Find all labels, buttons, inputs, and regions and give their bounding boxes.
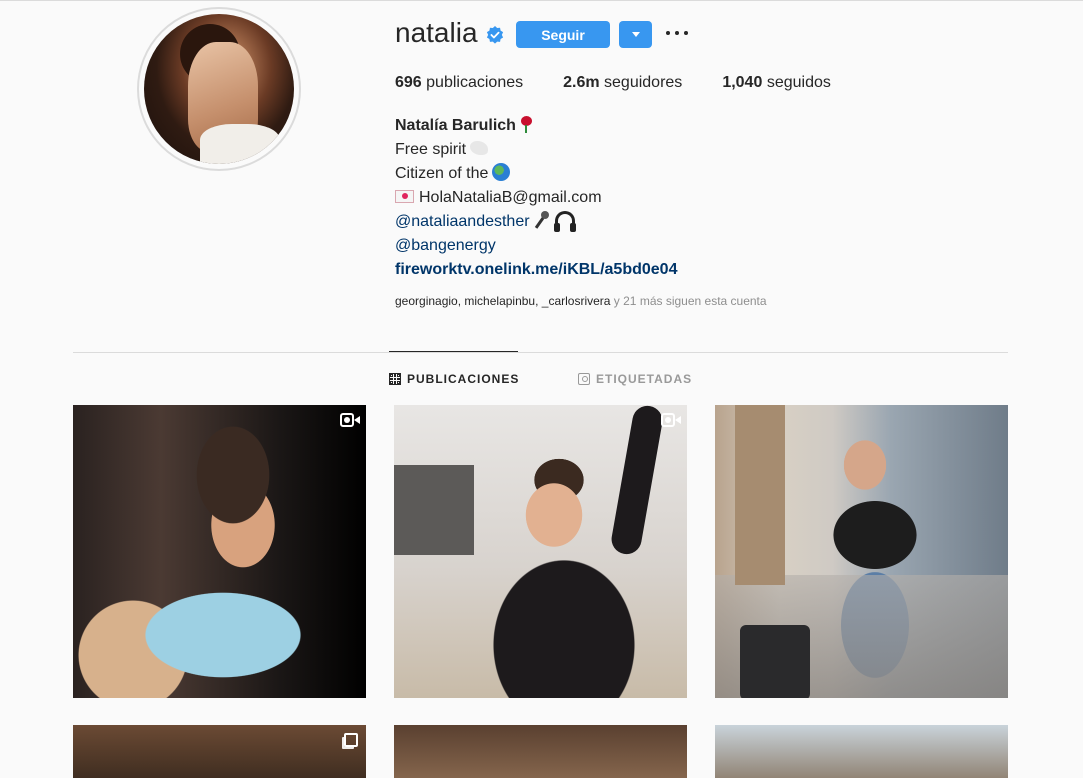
love-letter-emoji-icon bbox=[395, 190, 414, 203]
tagged-icon bbox=[578, 373, 590, 385]
bio-line-citizen: Citizen of the bbox=[395, 165, 489, 182]
profile-bio: Natalía Barulich Free spirit Citizen of … bbox=[395, 114, 677, 282]
following-stat[interactable]: 1,040 seguidos bbox=[722, 74, 831, 92]
full-name: Natalía Barulich bbox=[395, 117, 516, 134]
posts-label: publicaciones bbox=[426, 74, 524, 91]
follow-button[interactable]: Seguir bbox=[516, 21, 610, 48]
headphones-emoji-icon bbox=[553, 211, 576, 232]
tab-etiquetadas[interactable]: ETIQUETADAS bbox=[578, 372, 692, 386]
profile-avatar-ring[interactable] bbox=[137, 7, 301, 171]
tabs-divider bbox=[73, 352, 1008, 353]
followed-by-suffix: y 21 más siguen esta cuenta bbox=[610, 294, 767, 308]
grid-icon bbox=[389, 373, 401, 385]
microphone-emoji-icon bbox=[535, 211, 551, 229]
mention-link-bangenergy[interactable]: @bangenergy bbox=[395, 237, 496, 254]
tab-publicaciones[interactable]: PUBLICACIONES bbox=[389, 372, 519, 386]
active-tab-indicator bbox=[389, 351, 518, 352]
tab-publicaciones-label: PUBLICACIONES bbox=[407, 372, 520, 386]
dove-emoji-icon bbox=[470, 141, 489, 155]
bio-email: HolaNataliaB@gmail.com bbox=[419, 189, 602, 206]
carousel-icon bbox=[344, 733, 358, 747]
profile-stats: 696 publicaciones 2.6m seguidores 1,040 … bbox=[395, 74, 871, 92]
video-icon bbox=[340, 413, 360, 427]
post-thumbnail[interactable] bbox=[394, 725, 687, 778]
mention-link-nataliaandesther[interactable]: @nataliaandesther bbox=[395, 213, 530, 230]
following-label: seguidos bbox=[766, 74, 831, 91]
followers-stat[interactable]: 2.6m seguidores bbox=[563, 74, 682, 92]
followers-label: seguidores bbox=[604, 74, 683, 91]
bio-line-free-spirit: Free spirit bbox=[395, 141, 467, 158]
tab-etiquetadas-label: ETIQUETADAS bbox=[596, 372, 693, 386]
post-thumbnail[interactable] bbox=[715, 405, 1008, 698]
globe-emoji-icon bbox=[492, 163, 511, 181]
profile-avatar[interactable] bbox=[144, 14, 294, 164]
suggested-accounts-dropdown-button[interactable] bbox=[619, 21, 652, 48]
followed-by-names: georginagio, michelapinbu, _carlosrivera bbox=[395, 294, 611, 308]
followers-count: 2.6m bbox=[563, 74, 600, 91]
video-icon bbox=[661, 413, 681, 427]
website-link[interactable]: fireworktv.onelink.me/iKBL/a5bd0e04 bbox=[395, 261, 677, 278]
username: natalia bbox=[395, 17, 478, 48]
post-thumbnail[interactable] bbox=[73, 725, 366, 778]
verified-badge-icon bbox=[486, 25, 503, 44]
username-row: natalia bbox=[395, 17, 504, 49]
followed-by-text[interactable]: georginagio, michelapinbu, _carlosrivera… bbox=[395, 294, 767, 308]
post-thumbnail[interactable] bbox=[394, 405, 687, 698]
post-thumbnail[interactable] bbox=[73, 405, 366, 698]
rose-emoji-icon bbox=[520, 116, 532, 133]
posts-stat: 696 publicaciones bbox=[395, 74, 523, 92]
following-count: 1,040 bbox=[722, 74, 763, 91]
more-options-icon[interactable] bbox=[666, 21, 688, 45]
posts-count: 696 bbox=[395, 74, 422, 91]
post-thumbnail[interactable] bbox=[715, 725, 1008, 778]
chevron-down-icon bbox=[631, 32, 640, 37]
